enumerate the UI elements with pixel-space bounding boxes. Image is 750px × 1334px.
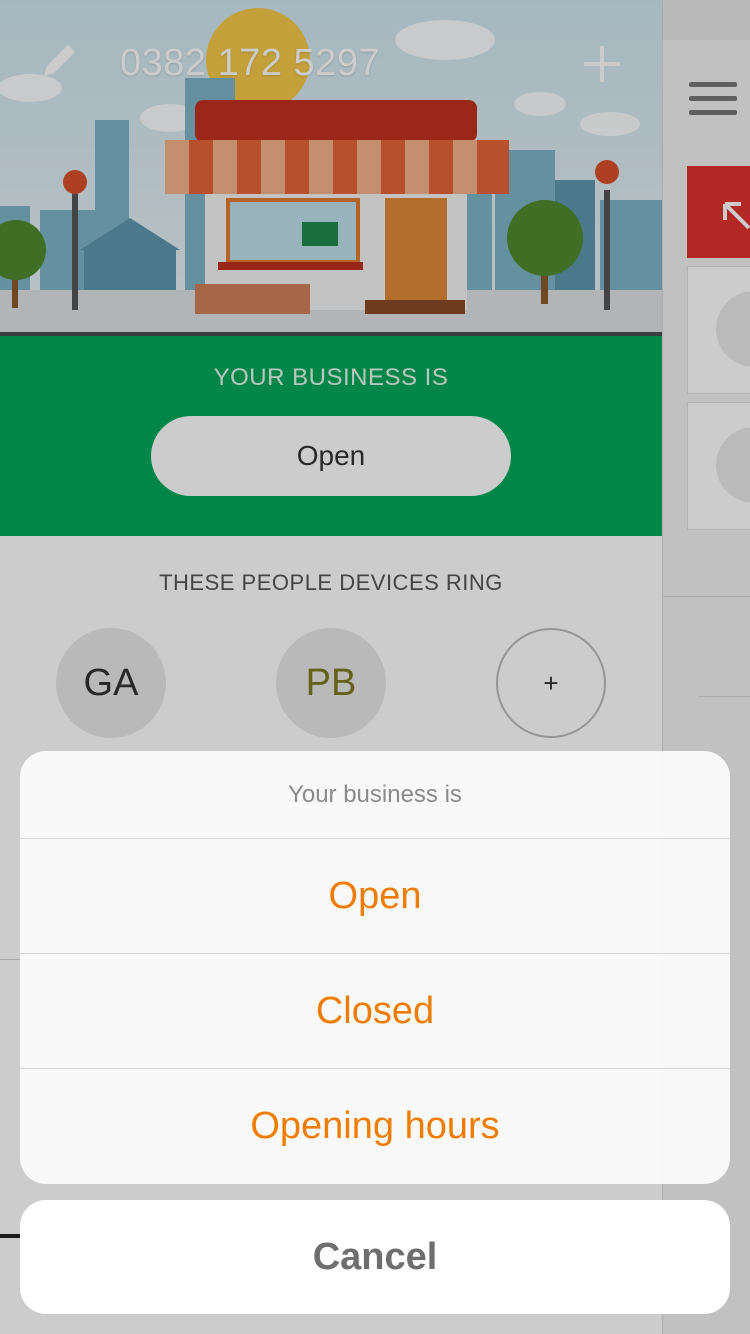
cancel-button[interactable]: Cancel	[20, 1200, 730, 1314]
option-open[interactable]: Open	[20, 839, 730, 954]
option-opening-hours[interactable]: Opening hours	[20, 1069, 730, 1184]
option-closed[interactable]: Closed	[20, 954, 730, 1069]
business-status-action-sheet: Your business is Open Closed Opening hou…	[20, 751, 730, 1184]
action-sheet-title: Your business is	[20, 751, 730, 839]
